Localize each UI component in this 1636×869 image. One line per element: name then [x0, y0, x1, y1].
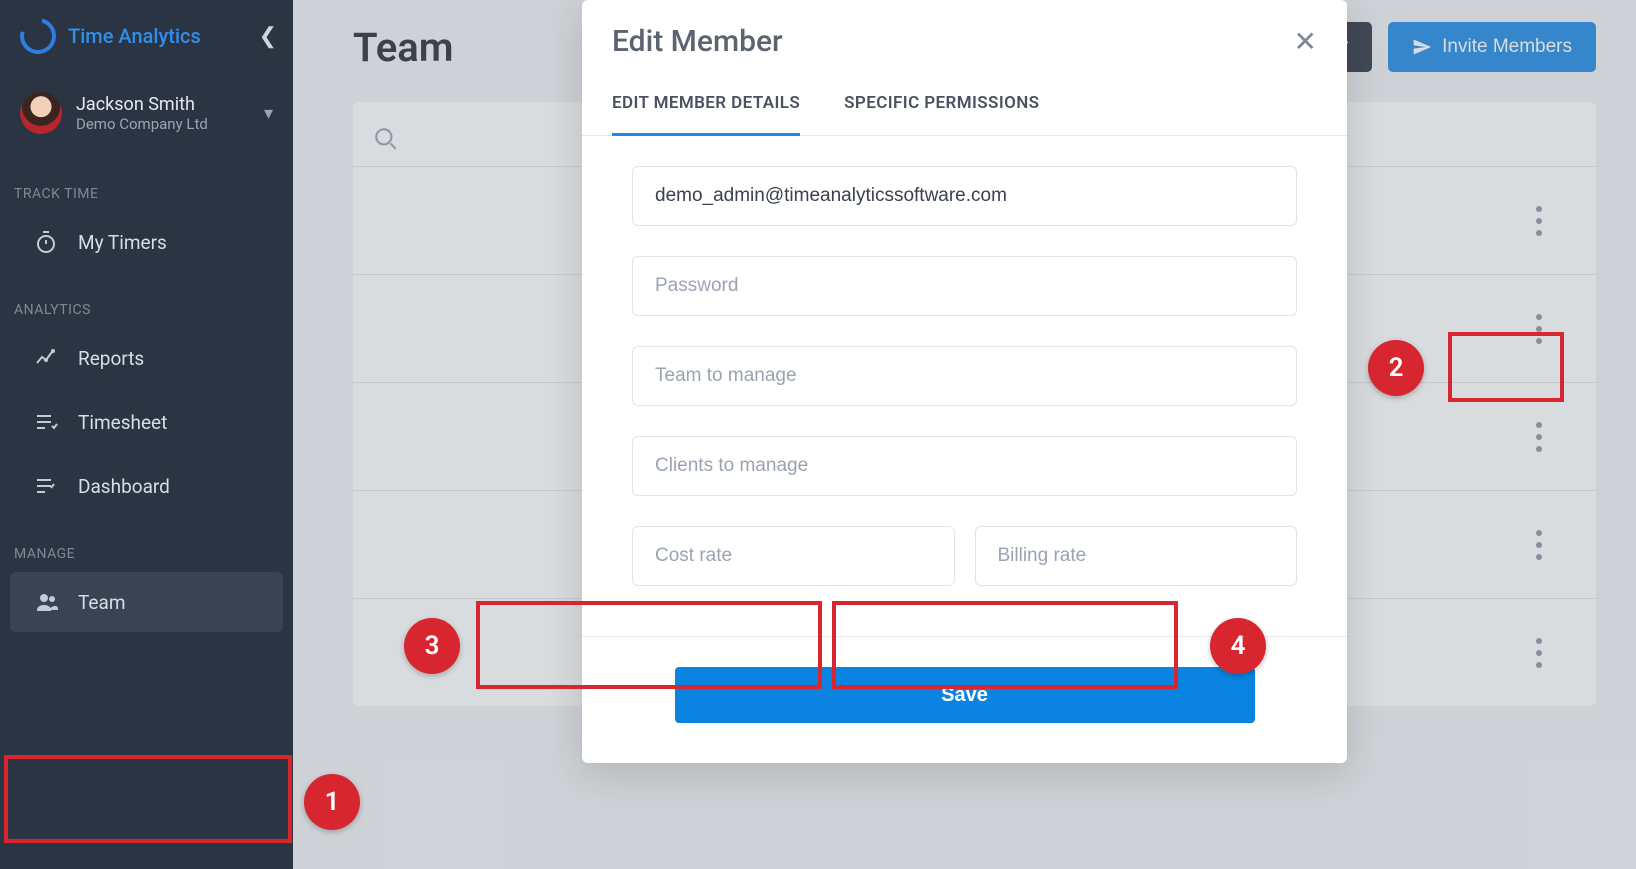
sidebar-item-team[interactable]: Team [10, 572, 283, 632]
clients-to-manage-field[interactable] [632, 436, 1297, 496]
brand-name: Time Analytics [68, 24, 201, 48]
section-manage: MANAGE [0, 518, 293, 570]
collapse-sidebar-button[interactable]: ❮ [259, 24, 277, 49]
section-analytics: ANALYTICS [0, 274, 293, 326]
main: Team er Manually Invite Members [293, 0, 1636, 869]
timer-icon [34, 230, 64, 254]
sidebar-item-timesheet[interactable]: Timesheet [10, 392, 283, 452]
annotation-marker-4: 4 [1210, 618, 1266, 674]
sidebar: Time Analytics ❮ Jackson Smith Demo Comp… [0, 0, 293, 869]
billing-rate-field[interactable] [975, 526, 1298, 586]
team-icon [34, 590, 64, 614]
sidebar-item-label: Timesheet [78, 411, 167, 434]
save-button[interactable]: Save [675, 667, 1255, 723]
password-field[interactable] [632, 256, 1297, 316]
chevron-down-icon: ▾ [264, 103, 273, 124]
annotation-marker-1: 1 [304, 774, 360, 830]
modal-overlay[interactable]: Edit Member ✕ EDIT MEMBER DETAILS SPECIF… [293, 0, 1636, 869]
user-name: Jackson Smith [76, 94, 208, 115]
sidebar-item-reports[interactable]: Reports [10, 328, 283, 388]
dashboard-icon [34, 474, 64, 498]
modal-title: Edit Member [612, 24, 783, 59]
cost-rate-field[interactable] [632, 526, 955, 586]
sidebar-item-label: Reports [78, 347, 144, 370]
chart-icon [34, 346, 64, 370]
team-to-manage-field[interactable] [632, 346, 1297, 406]
sidebar-item-label: My Timers [78, 231, 167, 254]
sidebar-item-my-timers[interactable]: My Timers [10, 212, 283, 272]
section-track-time: TRACK TIME [0, 158, 293, 210]
sidebar-item-label: Dashboard [78, 475, 170, 498]
sidebar-item-label: Team [78, 591, 126, 614]
sidebar-item-dashboard[interactable]: Dashboard [10, 456, 283, 516]
sidebar-header: Time Analytics ❮ [0, 0, 293, 72]
close-icon[interactable]: ✕ [1294, 28, 1317, 56]
list-check-icon [34, 410, 64, 434]
annotation-marker-3: 3 [404, 618, 460, 674]
annotation-marker-2: 2 [1368, 340, 1424, 396]
tab-edit-member-details[interactable]: EDIT MEMBER DETAILS [612, 93, 800, 136]
avatar [20, 92, 62, 134]
user-menu[interactable]: Jackson Smith Demo Company Ltd ▾ [0, 72, 293, 158]
tab-specific-permissions[interactable]: SPECIFIC PERMISSIONS [844, 93, 1039, 135]
email-field[interactable] [632, 166, 1297, 226]
logo-icon [13, 11, 62, 60]
user-company: Demo Company Ltd [76, 115, 208, 133]
